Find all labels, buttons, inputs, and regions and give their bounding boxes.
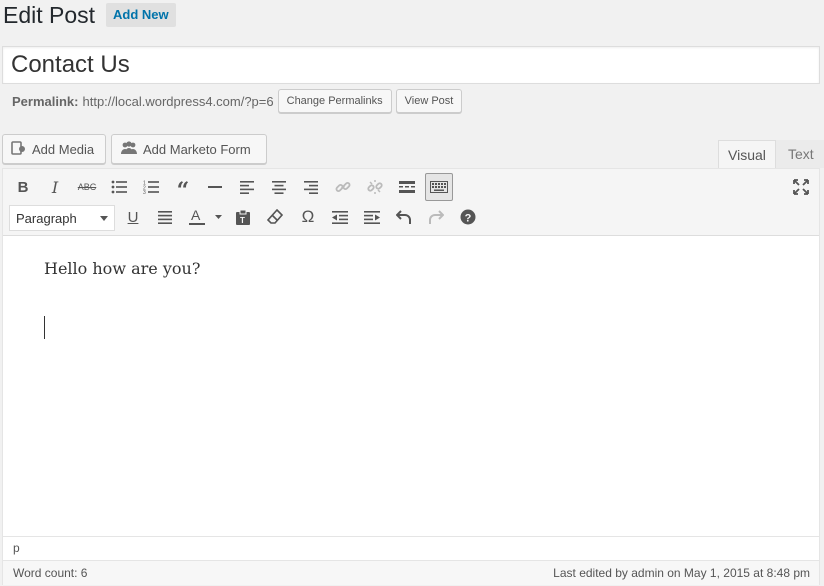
numbered-list-icon[interactable]: 123 (137, 173, 165, 201)
tab-visual[interactable]: Visual (718, 140, 776, 169)
media-icon (11, 140, 27, 158)
editor-toolbar: B I ABC 123 “ Paragraph U A T Ω ? (3, 169, 819, 236)
content-paragraph: Hello how are you? (44, 259, 201, 278)
add-media-label: Add Media (32, 141, 95, 157)
svg-text:3: 3 (143, 190, 146, 194)
bullet-list-icon[interactable] (105, 173, 133, 201)
format-select-value: Paragraph (16, 210, 77, 226)
bold-icon[interactable]: B (9, 173, 37, 201)
redo-icon[interactable] (422, 203, 450, 231)
add-new-button[interactable]: Add New (106, 3, 176, 27)
last-edited: Last edited by admin on May 1, 2015 at 8… (553, 566, 810, 580)
clear-formatting-icon[interactable] (261, 203, 289, 231)
undo-icon[interactable] (390, 203, 418, 231)
view-post-button[interactable]: View Post (395, 89, 463, 113)
blockquote-icon[interactable]: “ (169, 173, 197, 202)
remove-link-icon[interactable] (361, 173, 389, 201)
post-title-input[interactable] (3, 47, 819, 83)
italic-icon[interactable]: I (41, 173, 69, 201)
permalink-label: Permalink: (12, 93, 79, 109)
text-color-icon[interactable]: A (185, 203, 225, 231)
add-marketo-form-label: Add Marketo Form (143, 141, 251, 157)
outdent-icon[interactable] (326, 203, 354, 231)
underline-icon[interactable]: U (119, 203, 147, 231)
toolbar-toggle-icon[interactable] (425, 173, 453, 201)
element-path: p (3, 536, 819, 560)
permalink-url[interactable]: http://local.wordpress4.com/?p=6 (82, 94, 273, 109)
people-icon (120, 140, 138, 158)
read-more-icon[interactable] (393, 173, 421, 201)
svg-text:A: A (191, 208, 201, 223)
element-path-label[interactable]: p (13, 541, 20, 555)
insert-link-icon[interactable] (329, 173, 357, 201)
help-icon[interactable]: ? (454, 203, 482, 231)
tab-text[interactable]: Text (776, 140, 824, 168)
permalink-row: Permalink: http://local.wordpress4.com/?… (12, 89, 463, 113)
post-title-field[interactable] (2, 46, 820, 84)
fullscreen-icon[interactable] (787, 173, 815, 201)
justify-icon[interactable] (151, 203, 179, 231)
editor-status-bar: Word count: 6 Last edited by admin on Ma… (3, 560, 819, 585)
editor-content[interactable]: Hello how are you? (3, 236, 819, 535)
change-permalinks-button[interactable]: Change Permalinks (277, 89, 392, 113)
special-character-icon[interactable]: Ω (294, 203, 322, 231)
paste-text-icon[interactable]: T (229, 203, 257, 231)
add-media-button[interactable]: Add Media (2, 134, 106, 164)
add-marketo-form-button[interactable]: Add Marketo Form (111, 134, 267, 164)
word-count: Word count: 6 (13, 566, 88, 580)
post-editor: B I ABC 123 “ Paragraph U A T Ω ? Hello … (2, 168, 820, 585)
indent-icon[interactable] (358, 203, 386, 231)
horizontal-line-icon[interactable] (201, 173, 229, 201)
svg-text:?: ? (465, 212, 472, 224)
align-left-icon[interactable] (233, 173, 261, 201)
strikethrough-icon[interactable]: ABC (73, 173, 101, 201)
align-center-icon[interactable] (265, 173, 293, 201)
svg-text:T: T (240, 216, 245, 225)
text-cursor (44, 316, 45, 339)
align-right-icon[interactable] (297, 173, 325, 201)
page-title: Edit Post (3, 2, 96, 28)
format-select[interactable]: Paragraph (9, 205, 115, 231)
chevron-down-icon (100, 215, 108, 221)
